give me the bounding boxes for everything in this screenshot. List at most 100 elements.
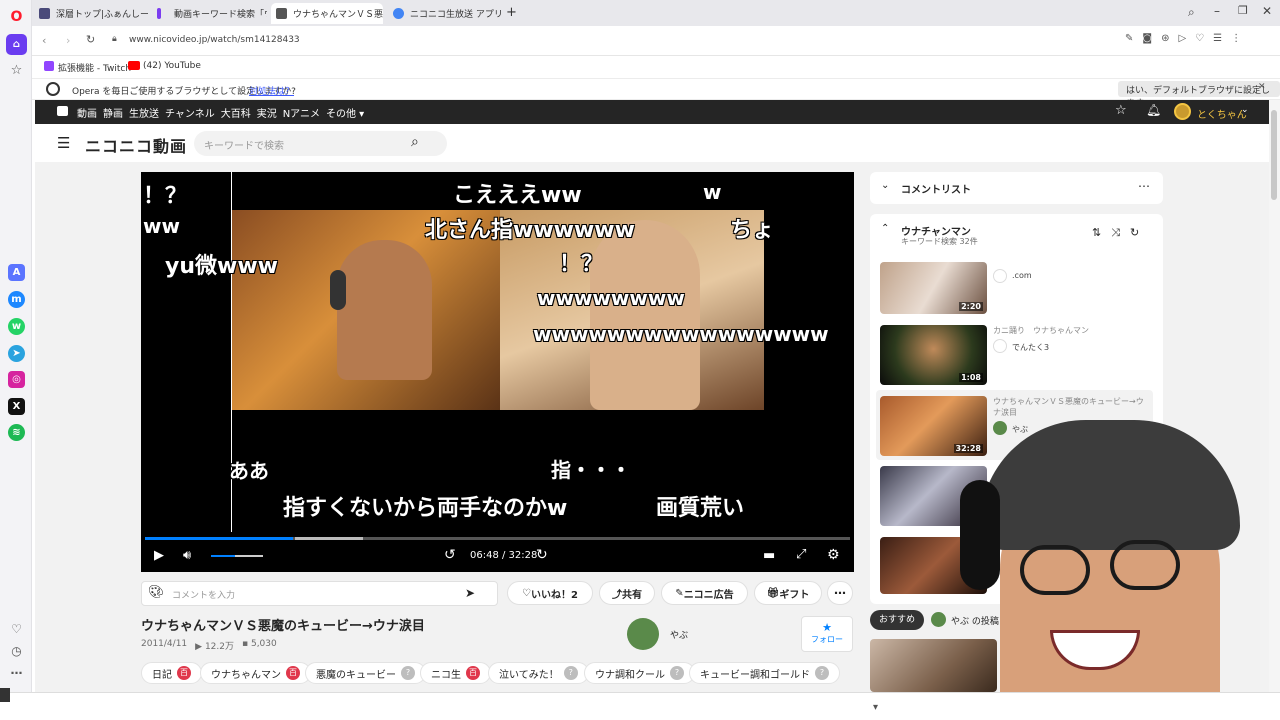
nav-live[interactable]: 生放送	[129, 105, 159, 120]
x-icon[interactable]: X	[8, 398, 25, 415]
whatsapp-icon[interactable]: w	[8, 318, 25, 335]
more-actions-icon[interactable]: ⋯	[827, 581, 853, 605]
search-input[interactable]: キーワードで検索	[204, 137, 284, 152]
opera-logo-icon[interactable]: O	[8, 8, 25, 25]
comment-list-panel[interactable]: ⌄ コメントリスト ⋯	[870, 172, 1163, 204]
infobar-close-icon[interactable]: ✕	[1258, 82, 1266, 92]
tag-chip[interactable]: ウナちゃんマン百	[200, 662, 311, 684]
tag-chip[interactable]: ニコ生百	[420, 662, 491, 684]
search-tabs-icon[interactable]: ⌕	[1188, 5, 1195, 20]
volume-slider[interactable]	[211, 555, 263, 557]
telegram-icon[interactable]: ➤	[8, 345, 25, 362]
seek-bar[interactable]	[145, 537, 850, 540]
close-window-icon[interactable]: ✕	[1262, 4, 1272, 18]
chevron-up-icon[interactable]: ⌃	[881, 223, 889, 234]
star-icon[interactable]: ☆	[8, 62, 25, 79]
nav-channel[interactable]: チャンネル	[165, 105, 215, 120]
chevron-down-icon[interactable]: ⌄	[881, 180, 889, 191]
playlist-controls-icons[interactable]: ⇅⤨↻	[1092, 226, 1149, 240]
hamburger-icon[interactable]: ☰	[57, 134, 70, 152]
tv-icon[interactable]	[57, 106, 68, 116]
tab-4[interactable]: ニコニコ生放送 アプリ 売上...	[388, 3, 502, 24]
dic-badge-icon[interactable]: ?	[563, 666, 578, 680]
share-button[interactable]: ⤴ 共有	[599, 581, 655, 605]
reload-icon[interactable]: ↻	[86, 33, 95, 46]
search-icon[interactable]: ⌕	[411, 134, 419, 150]
spotify-icon[interactable]: ≋	[8, 424, 25, 441]
dic-badge-icon[interactable]: ?	[670, 666, 684, 680]
dic-badge-icon[interactable]: 百	[286, 666, 300, 680]
more-icon[interactable]: ⋯	[8, 664, 25, 681]
nav-jikkyo[interactable]: 実況	[257, 105, 277, 120]
like-button[interactable]: ♡ いいね！2	[507, 581, 593, 605]
nico-ad-button[interactable]: ✎ ニコニ広告	[661, 581, 748, 605]
nav-seiga[interactable]: 静画	[103, 105, 123, 120]
nav-more[interactable]: その他 ▾	[326, 105, 364, 120]
tab-3-active[interactable]: ウナちゃんマンＶＳ悪魔のキュ...	[271, 3, 383, 24]
playlist-item-title[interactable]: カニ踊り ウナちゃんマン	[993, 325, 1089, 336]
star-icon[interactable]: ☆	[1115, 103, 1127, 118]
comment-input[interactable]: コメントを入力	[172, 588, 452, 601]
aria-icon[interactable]: A	[8, 264, 25, 281]
dic-badge-icon[interactable]: ?	[401, 666, 415, 680]
more-icon[interactable]: ⋯	[1138, 179, 1150, 193]
chevron-down-icon[interactable]: ⌄	[1241, 105, 1249, 115]
settings-icon[interactable]: ⚙	[827, 547, 840, 563]
playlist-owner[interactable]: .com	[1012, 271, 1032, 280]
history-icon[interactable]: ◷	[8, 642, 25, 659]
toolbar-icons[interactable]: ✎◙⊛▷♡☰⋮	[1125, 33, 1250, 44]
nico-logo[interactable]: ニコニコ動画	[85, 133, 187, 157]
nav-dic[interactable]: 大百科	[221, 105, 251, 120]
back-icon[interactable]: ‹	[42, 34, 46, 47]
uploader-avatar[interactable]	[627, 618, 659, 650]
restore-icon[interactable]: ❐	[1238, 4, 1248, 17]
tag-chip[interactable]: 日記百	[141, 662, 202, 684]
bookmark-youtube[interactable]: (42) YouTube	[143, 61, 201, 71]
forward-10-icon[interactable]: ↻	[536, 547, 548, 563]
new-tab-icon[interactable]: +	[506, 5, 517, 20]
scrollbar-thumb[interactable]	[1271, 110, 1277, 200]
bell-icon[interactable]: 🔔︎	[1146, 103, 1161, 117]
tag-chip[interactable]: 泣いてみた！?	[488, 662, 589, 684]
send-icon[interactable]: ➤	[465, 586, 475, 600]
chevron-down-icon[interactable]: ▾	[873, 702, 878, 713]
user-name[interactable]: とくちゃん	[1197, 106, 1247, 121]
messenger-icon[interactable]: m	[8, 291, 25, 308]
bookmark-twitch[interactable]: 拡張機能 - Twitch	[58, 61, 131, 74]
tab-recommend[interactable]: おすすめ	[870, 610, 925, 630]
home-icon[interactable]: ⌂	[6, 34, 27, 55]
gift-button[interactable]: 🎁︎ ギフト	[754, 581, 822, 605]
fullscreen-icon[interactable]: ⤢	[796, 547, 806, 562]
avatar[interactable]	[1174, 103, 1191, 120]
rewind-10-icon[interactable]: ↺	[444, 547, 456, 563]
dic-badge-icon[interactable]: 百	[177, 666, 191, 680]
tab-2[interactable]: 動画キーワード検索「ウナチャ...	[152, 3, 267, 24]
minimize-icon[interactable]: –	[1214, 4, 1220, 18]
comment-toggle-icon[interactable]: ▬	[763, 548, 775, 563]
uploader-name[interactable]: やぶ	[670, 628, 688, 641]
set-default-button[interactable]: はい、デフォルトブラウザに設定します	[1118, 81, 1280, 109]
forward-icon[interactable]: ›	[66, 34, 70, 47]
tab-1[interactable]: 深層トップ|ふぁんしーあいらん...	[34, 3, 148, 24]
nav-douga[interactable]: 動画	[77, 105, 97, 120]
heart-icon[interactable]: ♡	[8, 620, 25, 637]
volume-icon[interactable]: 🔊︎	[183, 548, 191, 563]
nav-nanime[interactable]: Nアニメ	[283, 105, 320, 120]
playlist-thumb[interactable]: 2:20	[880, 262, 987, 314]
playlist-owner[interactable]: でんたく3	[1012, 342, 1049, 353]
playlist-thumb[interactable]: 1:08	[880, 325, 987, 385]
url-field[interactable]: www.nicovideo.jp/watch/sm14128433	[129, 35, 300, 45]
follow-button[interactable]: ★ フォロー	[801, 616, 853, 652]
tag-chip[interactable]: 悪魔のキュービー?	[305, 662, 426, 684]
tag-chip[interactable]: キュービー調和ゴールド?	[689, 662, 840, 684]
instagram-icon[interactable]: ◎	[8, 371, 25, 388]
play-icon[interactable]: ▶	[154, 548, 164, 563]
palette-icon[interactable]: 🎨︎	[148, 585, 165, 600]
infobar-link[interactable]: 対処法は？	[249, 84, 294, 97]
dic-badge-icon[interactable]: ?	[815, 666, 829, 680]
tag-chip[interactable]: ウナ調和クール?	[584, 662, 695, 684]
search-box[interactable]: キーワードで検索 ⌕	[194, 131, 447, 156]
dic-badge-icon[interactable]: 百	[466, 666, 480, 680]
playlist-item-title[interactable]: ウナちゃんマンＶＳ悪魔のキュービー→ウナ涙目	[993, 396, 1151, 418]
video-player[interactable]: ！？ こえええww w ww 北さん指wwwwww ちょ yu微www ！？ w…	[141, 172, 854, 572]
